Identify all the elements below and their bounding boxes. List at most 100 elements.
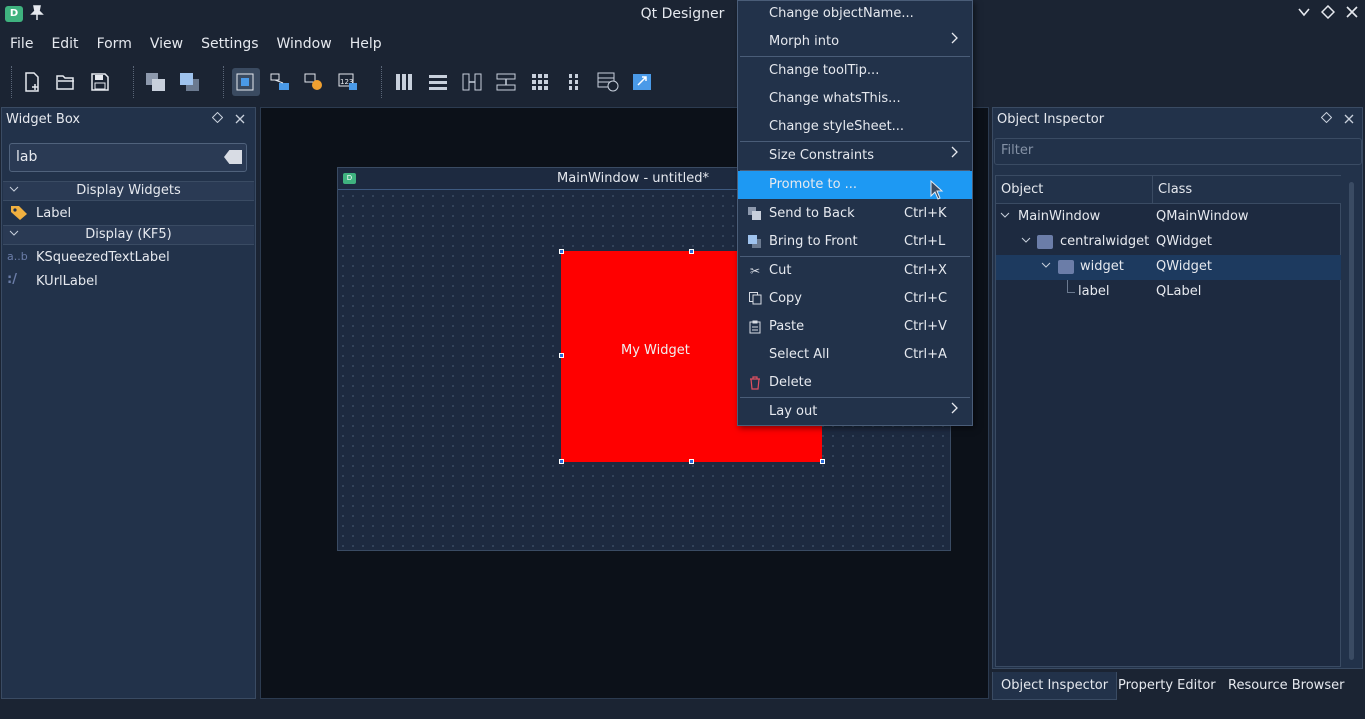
menu-item-change-objectname[interactable]: Change objectName...	[738, 0, 972, 28]
menu-item-copy[interactable]: Copy Ctrl+C	[738, 285, 972, 313]
minimize-chevron-icon[interactable]	[1293, 4, 1315, 26]
resize-handle[interactable]	[559, 249, 564, 254]
menu-form[interactable]: Form	[91, 36, 138, 52]
menu-item-label: Paste	[769, 319, 805, 334]
menu-window[interactable]: Window	[271, 36, 338, 52]
tab-resource-browser[interactable]: Resource Browser	[1220, 672, 1352, 700]
menu-item-shortcut: Ctrl+V	[904, 319, 947, 334]
tab-object-inspector[interactable]: Object Inspector	[992, 672, 1118, 700]
dock-close-icon[interactable]	[235, 113, 245, 128]
menu-item-size-constraints[interactable]: Size Constraints	[738, 142, 972, 170]
layout-splitter-horizontal-icon[interactable]	[458, 68, 486, 96]
resize-handle[interactable]	[559, 353, 564, 358]
chevron-right-icon	[950, 402, 958, 418]
tree-row-centralwidget[interactable]: centralwidget QWidget	[996, 230, 1341, 255]
menu-item-label: Change styleSheet...	[769, 119, 905, 134]
label-tag-icon	[9, 204, 29, 224]
chevron-down-icon[interactable]	[1000, 211, 1010, 222]
filter-input[interactable]	[994, 138, 1362, 165]
vertical-scrollbar[interactable]	[1349, 182, 1354, 660]
resize-handle[interactable]	[559, 459, 564, 464]
menu-item-paste[interactable]: Paste Ctrl+V	[738, 313, 972, 341]
menu-item-change-tooltip[interactable]: Change toolTip...	[738, 57, 972, 85]
menu-settings[interactable]: Settings	[195, 36, 264, 52]
widget-item-label[interactable]: Label	[36, 206, 71, 221]
broken-layout-icon	[1058, 260, 1074, 274]
menu-item-label: Delete	[769, 375, 812, 390]
new-file-icon[interactable]	[18, 68, 46, 96]
tab-property-editor[interactable]: Property Editor	[1110, 672, 1224, 700]
menu-item-shortcut: Ctrl+X	[904, 263, 947, 278]
edit-signals-slots-icon[interactable]	[266, 68, 294, 96]
chevron-down-icon[interactable]	[1041, 261, 1051, 272]
my-widget-label[interactable]: My Widget	[621, 343, 690, 358]
category-label: Display Widgets	[76, 183, 181, 198]
menu-item-delete[interactable]: Delete	[738, 369, 972, 397]
break-layout-icon[interactable]	[594, 68, 622, 96]
menu-item-label: Bring to Front	[769, 234, 858, 249]
tree-class-name: QWidget	[1156, 259, 1213, 274]
edit-buddies-icon[interactable]	[300, 68, 328, 96]
category-display-kf5[interactable]: Display (KF5)	[3, 225, 254, 245]
menu-edit[interactable]: Edit	[45, 36, 84, 52]
widget-box-title: Widget Box	[6, 112, 81, 127]
float-diamond-icon[interactable]	[211, 111, 224, 127]
widget-item-kurllabel[interactable]: KUrlLabel	[36, 274, 98, 289]
widget-search-input[interactable]	[9, 143, 247, 172]
send-to-back-icon[interactable]	[142, 68, 170, 96]
object-inspector-title: Object Inspector	[997, 112, 1105, 127]
tree-row-widget[interactable]: widget QWidget	[996, 255, 1341, 280]
resize-handle[interactable]	[689, 459, 694, 464]
save-icon[interactable]	[86, 68, 114, 96]
menu-item-change-whatsthis[interactable]: Change whatsThis...	[738, 85, 972, 113]
column-class[interactable]: Class	[1158, 182, 1192, 197]
widget-item-ksqueezedtextlabel[interactable]: KSqueezedTextLabel	[36, 250, 170, 265]
resize-handle[interactable]	[820, 459, 825, 464]
resize-handle[interactable]	[689, 249, 694, 254]
menu-item-select-all[interactable]: Select All Ctrl+A	[738, 341, 972, 369]
tree-row-label[interactable]: label QLabel	[996, 280, 1341, 305]
menu-item-label: Copy	[769, 291, 802, 306]
layout-splitter-vertical-icon[interactable]	[492, 68, 520, 96]
edit-widgets-icon[interactable]	[232, 68, 260, 96]
menu-item-shortcut: Ctrl+K	[904, 206, 947, 221]
layout-grid-icon[interactable]	[526, 68, 554, 96]
menu-item-change-stylesheet[interactable]: Change styleSheet...	[738, 113, 972, 141]
menu-item-cut[interactable]: ✂ Cut Ctrl+X	[738, 257, 972, 285]
layout-form-icon[interactable]	[560, 68, 588, 96]
menu-item-bring-to-front[interactable]: Bring to Front Ctrl+L	[738, 228, 972, 256]
layout-horizontal-icon[interactable]	[390, 68, 418, 96]
menu-file[interactable]: File	[4, 36, 39, 52]
menu-item-lay-out[interactable]: Lay out	[738, 398, 972, 426]
toolbar-separator	[381, 66, 384, 98]
chevron-down-icon[interactable]	[9, 229, 19, 240]
toolbar-separator	[133, 66, 136, 98]
adjust-size-icon[interactable]	[628, 68, 656, 96]
category-display-widgets[interactable]: Display Widgets	[3, 181, 254, 201]
category-label: Display (KF5)	[85, 227, 172, 242]
menu-item-label: Change toolTip...	[769, 63, 880, 78]
open-folder-icon[interactable]	[52, 68, 80, 96]
menu-item-label: Change objectName...	[769, 6, 914, 21]
chevron-down-icon[interactable]	[9, 185, 19, 196]
tree-branch-line	[1067, 280, 1068, 292]
layout-vertical-icon[interactable]	[424, 68, 452, 96]
menu-item-morph-into[interactable]: Morph into	[738, 28, 972, 56]
window-title: Qt Designer	[640, 6, 725, 22]
paste-clipboard-icon	[748, 320, 762, 334]
column-object[interactable]: Object	[1001, 182, 1043, 197]
tree-object-name: label	[1078, 284, 1110, 299]
float-diamond-icon[interactable]	[1320, 111, 1333, 127]
chevron-down-icon[interactable]	[1021, 236, 1031, 247]
dock-close-icon[interactable]	[1344, 113, 1354, 128]
close-icon[interactable]	[1341, 4, 1363, 26]
bring-to-front-icon[interactable]	[176, 68, 204, 96]
tree-row-mainwindow[interactable]: MainWindow QMainWindow	[996, 205, 1341, 230]
menu-help[interactable]: Help	[344, 36, 388, 52]
menu-view[interactable]: View	[144, 36, 189, 52]
menu-item-label: Select All	[769, 347, 830, 362]
menu-item-send-to-back[interactable]: Send to Back Ctrl+K	[738, 200, 972, 228]
edit-tab-order-icon[interactable]: 123	[334, 68, 362, 96]
maximize-diamond-icon[interactable]	[1317, 4, 1339, 26]
tree-object-name: centralwidget	[1060, 234, 1150, 249]
